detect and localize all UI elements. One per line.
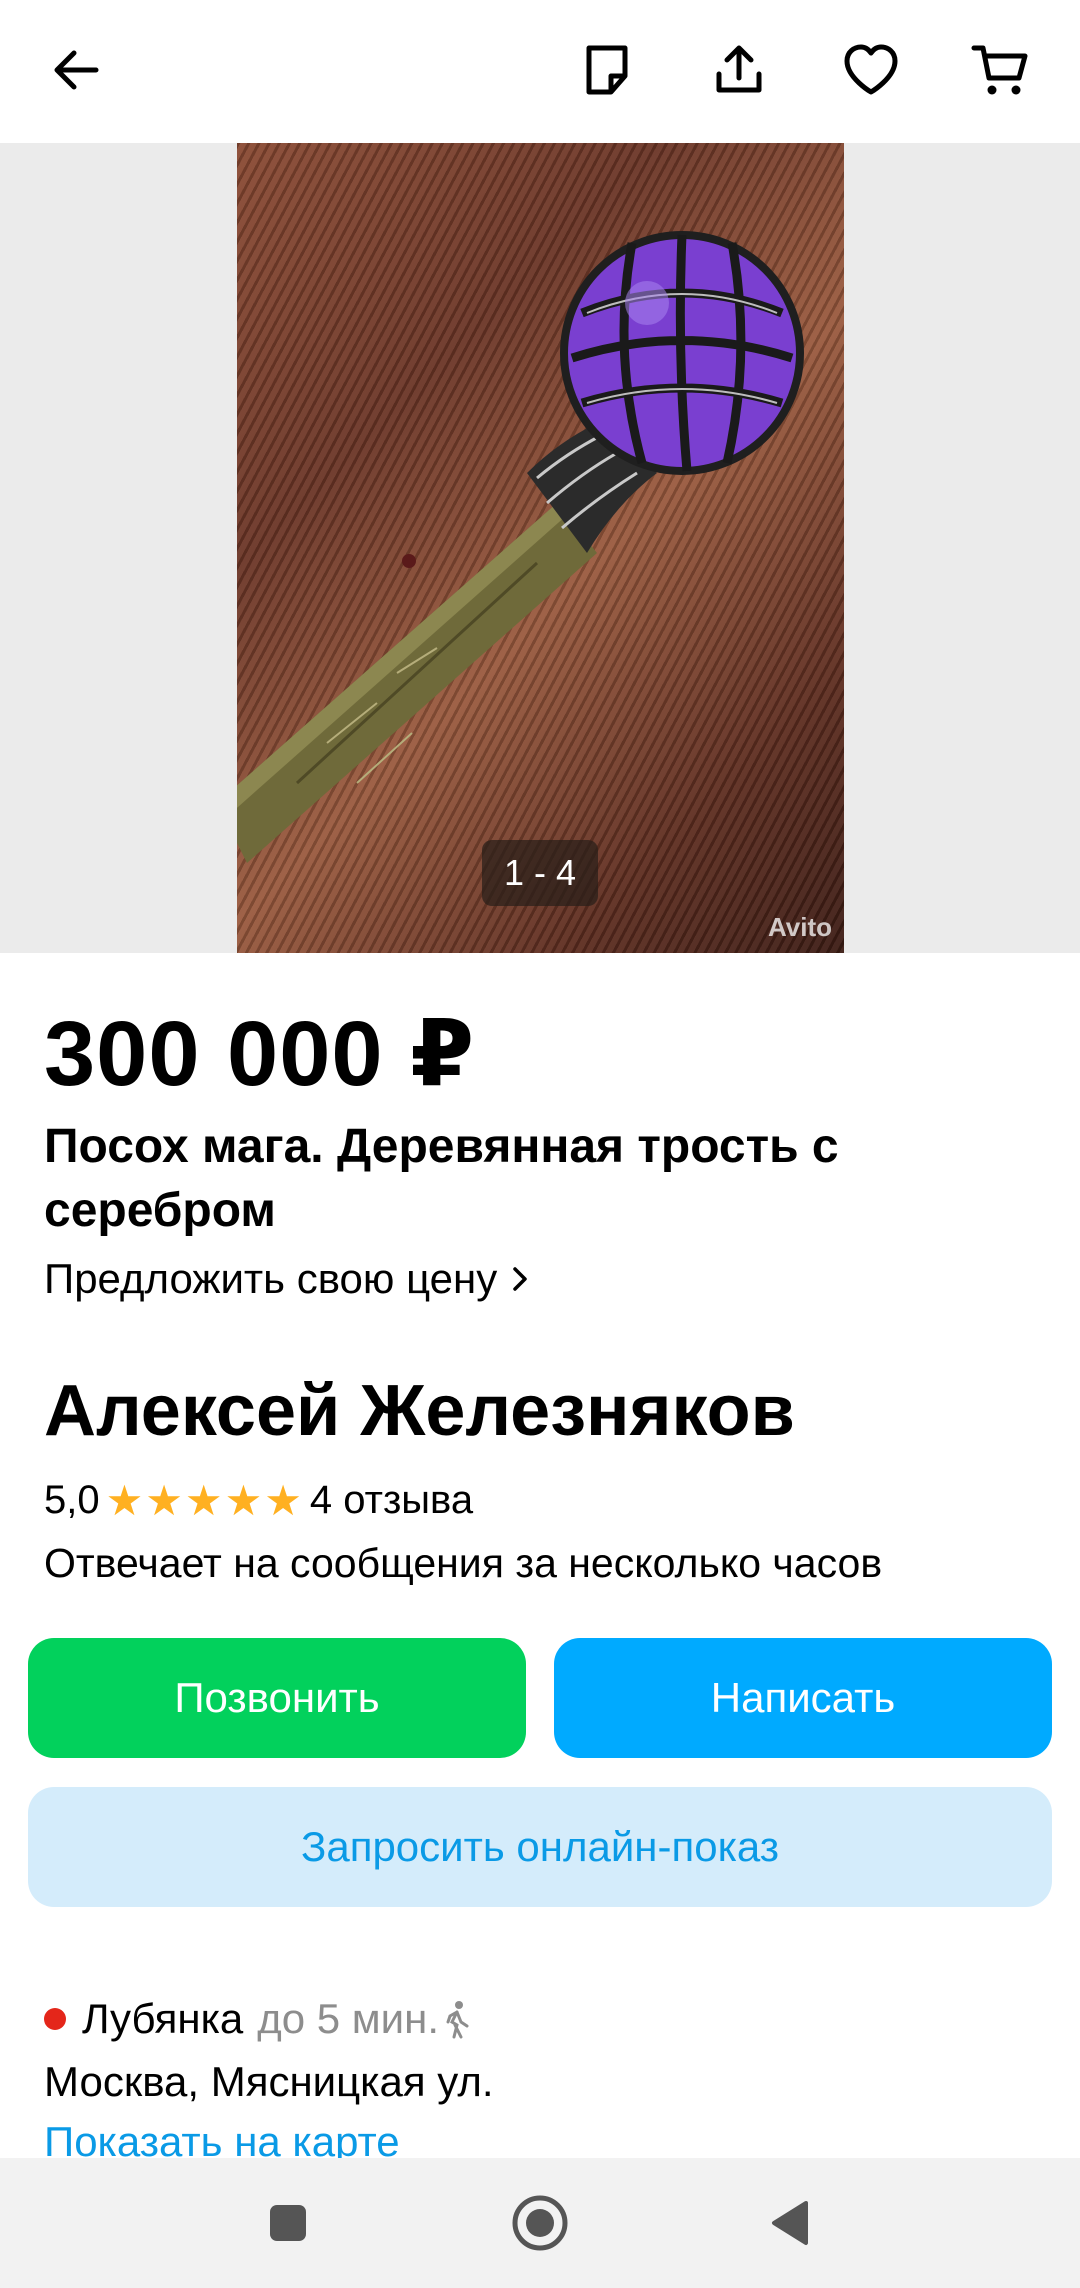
seller-name[interactable]: Алексей Железняков [44,1370,795,1452]
top-app-bar [0,0,1080,143]
star-icon: ★ [264,1476,302,1524]
share-icon[interactable] [699,30,779,110]
rating-value: 5,0 [44,1478,100,1522]
cart-icon[interactable] [960,30,1040,110]
offer-price-label: Предложить свою цену [44,1255,498,1302]
photo-gallery[interactable]: 1 - 4 Avito [0,143,1080,953]
star-icon: ★ [145,1476,183,1524]
avito-watermark: Avito [767,912,832,942]
note-icon[interactable] [567,30,647,110]
offer-price-link[interactable]: Предложить свою цену [44,1255,535,1303]
back-arrow-icon[interactable] [36,30,116,110]
home-circle-icon[interactable] [500,2183,580,2263]
metro-line-dot [44,2008,66,2030]
listing-title: Посох мага. Деревянная трость с серебром [44,1120,839,1237]
metro-station: Лубянка до 5 мин. [44,1995,471,2043]
write-button[interactable]: Написать [554,1638,1052,1758]
star-icon: ★ [184,1476,223,1524]
chevron-right-icon [513,1267,527,1291]
request-online-show-button[interactable]: Запросить онлайн-показ [28,1787,1052,1907]
back-triangle-icon[interactable] [750,2183,830,2263]
system-navigation-bar [0,2158,1080,2288]
listing-photo[interactable]: 1 - 4 Avito [237,143,844,953]
photo-counter: 1 - 4 [482,840,598,906]
walking-person-icon [446,2001,469,2039]
star-icon: ★ [224,1476,263,1524]
staff-illustration [237,231,804,863]
response-time: Отвечает на сообщения за несколько часов [44,1540,883,1586]
heart-icon[interactable] [831,30,911,110]
recents-square-icon[interactable] [248,2183,328,2263]
metro-walk-time: до 5 мин. [257,1995,439,2042]
address: Москва, Мясницкая ул. [44,2058,494,2105]
call-button[interactable]: Позвонить [28,1638,526,1758]
reviews-count: 4 отзыва [309,1478,474,1522]
listing-price: 300 000 ₽ [44,1003,476,1105]
star-icon: ★ [105,1476,144,1524]
seller-rating[interactable]: 5,0 ★ ★ ★ ★ ★ 4 отзыва [44,1478,473,1523]
metro-name: Лубянка [82,1995,244,2042]
rating-stars: ★ ★ ★ ★ ★ [105,1476,304,1524]
